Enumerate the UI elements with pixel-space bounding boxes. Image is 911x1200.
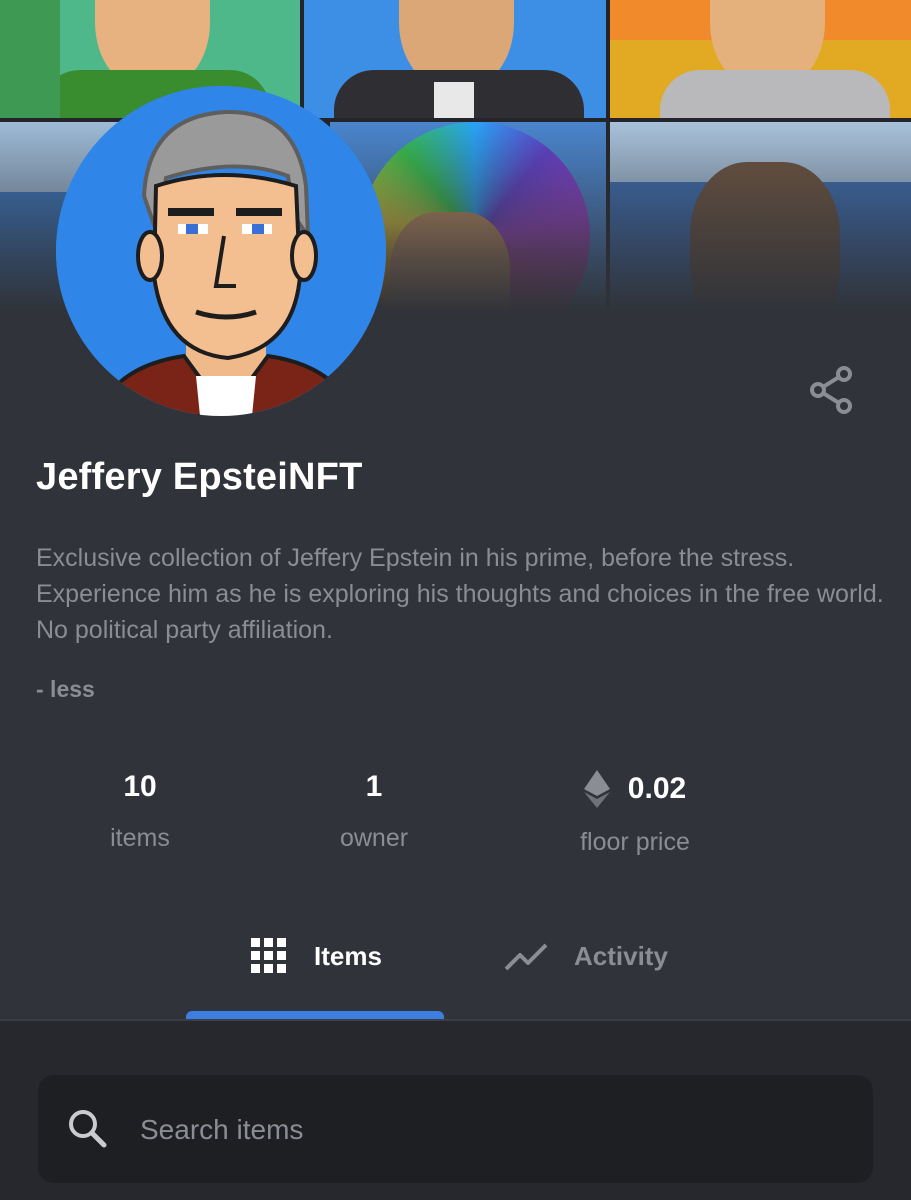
show-less-toggle[interactable]: - less xyxy=(36,676,95,703)
tab-items-label: Items xyxy=(314,940,382,971)
stat-items-label: items xyxy=(110,824,170,852)
grid-icon xyxy=(251,938,286,973)
stat-floor-price-label: floor price xyxy=(580,828,690,856)
search-icon xyxy=(69,1110,107,1148)
share-button[interactable] xyxy=(806,364,858,416)
search-bar[interactable] xyxy=(38,1075,873,1183)
banner-tile xyxy=(610,0,911,118)
tab-activity-label: Activity xyxy=(574,940,668,971)
search-input[interactable] xyxy=(138,1097,842,1163)
stat-floor-price-value: 0.02 xyxy=(627,772,687,805)
collection-description: Exclusive collection of Jeffery Epstein … xyxy=(36,544,884,644)
collection-title: Jeffery EpsteiNFT xyxy=(36,456,363,498)
trend-line-icon xyxy=(504,943,548,971)
share-icon xyxy=(810,366,852,414)
stat-owner: 1 owner xyxy=(324,770,424,853)
stat-floor-price: 0.02 floor price xyxy=(560,770,710,857)
stat-items-value: 10 xyxy=(123,770,157,803)
stat-items: 10 items xyxy=(90,770,190,853)
banner-tile xyxy=(304,0,606,118)
collection-avatar xyxy=(56,86,386,416)
stat-owner-value: 1 xyxy=(365,770,383,803)
tab-items[interactable]: Items xyxy=(250,930,382,982)
stat-owner-label: owner xyxy=(339,824,409,852)
ethereum-icon xyxy=(583,770,610,808)
avatar-portrait xyxy=(56,86,386,416)
tab-activity[interactable]: Activity xyxy=(504,930,668,982)
